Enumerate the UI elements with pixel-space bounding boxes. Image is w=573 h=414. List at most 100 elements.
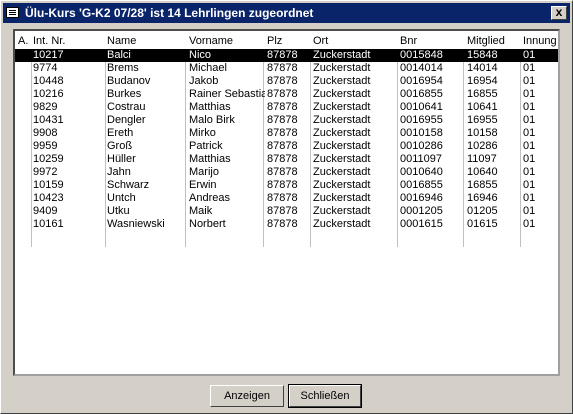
cell-int-nr: 9972 (33, 166, 58, 178)
cell-innung: 01 (523, 218, 536, 230)
cell-plz: 87878 (267, 205, 298, 217)
cell-ort: Zuckerstadt (313, 49, 371, 61)
cell-ort: Zuckerstadt (313, 127, 371, 139)
column-header-name: Name (107, 35, 137, 47)
close-window-button[interactable]: x (551, 6, 567, 20)
cell-bnr: 0010640 (400, 166, 443, 178)
table-row[interactable]: 9829 Costrau Matthias 87878 Zuckerstadt 00106… (15, 101, 558, 114)
table-row[interactable]: 10448 Budanov Jakob 87878 Zuckerstadt 0016954… (15, 75, 558, 88)
cell-bnr: 0016855 (400, 179, 443, 191)
table-row[interactable]: 10216 Burkes Rainer Sebastian 87878 Zuckerst… (15, 88, 558, 101)
cell-plz: 87878 (267, 49, 298, 61)
cell-int-nr: 10448 (33, 75, 64, 87)
cell-vorname: Nico (189, 49, 212, 61)
cell-int-nr: 10161 (33, 218, 64, 230)
window-title: Ülu-Kurs 'G-K2 07/28' ist 14 Lehrlingen … (25, 6, 314, 20)
table-row[interactable]: 9409 Utku Maik 87878 Zuckerstadt 0001205 01205… (15, 205, 558, 218)
cell-mitglied: 16855 (467, 88, 498, 100)
cell-ort: Zuckerstadt (313, 218, 371, 230)
cell-innung: 01 (523, 101, 536, 113)
cell-innung: 01 (523, 153, 536, 165)
cell-int-nr: 10217 (33, 49, 64, 61)
cell-ort: Zuckerstadt (313, 166, 371, 178)
cell-plz: 87878 (267, 101, 298, 113)
cell-mitglied: 16954 (467, 75, 498, 87)
cell-plz: 87878 (267, 166, 298, 178)
title-bar[interactable]: Ülu-Kurs 'G-K2 07/28' ist 14 Lehrlingen … (3, 3, 570, 23)
cell-vorname: Patrick (189, 140, 223, 152)
cell-innung: 01 (523, 205, 536, 217)
table-row[interactable]: 10431 Dengler Malo Birk 87878 Zuckerstadt 001… (15, 114, 558, 127)
cell-plz: 87878 (267, 127, 298, 139)
table-row[interactable]: 10423 Untch Andreas 87878 Zuckerstadt 0016946… (15, 192, 558, 205)
cell-int-nr: 10159 (33, 179, 64, 191)
cell-ort: Zuckerstadt (313, 153, 371, 165)
cell-mitglied: 10158 (467, 127, 498, 139)
cell-name: Ereth (107, 127, 134, 139)
cell-int-nr: 10423 (33, 192, 64, 204)
close-icon: x (555, 5, 563, 19)
list-rows: 10217 Balci Nico 87878 Zuckerstadt 0015848 158… (15, 49, 558, 231)
cell-mitglied: 11097 (467, 153, 497, 165)
cell-name: Costrau (107, 101, 146, 113)
apprentice-list[interactable]: A. Int. Nr. Name Vorname Plz Ort Bnr Mit… (13, 29, 560, 376)
cell-int-nr: 9959 (33, 140, 58, 152)
cell-innung: 01 (523, 62, 536, 74)
column-header-a: A. (18, 35, 29, 47)
cell-name: Schwarz (107, 179, 150, 191)
cell-bnr: 0010286 (400, 140, 443, 152)
cell-plz: 87878 (267, 114, 298, 126)
form-icon[interactable] (6, 7, 19, 18)
cell-innung: 01 (523, 179, 536, 191)
cell-vorname: Andreas (189, 192, 230, 204)
cell-vorname: Malo Birk (189, 114, 235, 126)
cell-bnr: 0011097 (400, 153, 443, 165)
cell-int-nr: 10259 (33, 153, 64, 165)
column-header-mitglied: Mitglied (467, 35, 505, 47)
cell-bnr: 0016946 (400, 192, 443, 204)
close-button[interactable]: Schließen (288, 384, 362, 408)
table-row[interactable]: 9774 Brems Michael 87878 Zuckerstadt 0014014 1… (15, 62, 558, 75)
cell-mitglied: 01205 (467, 205, 498, 217)
cell-bnr: 0016955 (400, 114, 443, 126)
cell-plz: 87878 (267, 140, 298, 152)
table-row[interactable]: 10217 Balci Nico 87878 Zuckerstadt 0015848 158… (15, 49, 558, 62)
cell-vorname: Matthias (189, 153, 231, 165)
cell-plz: 87878 (267, 179, 298, 191)
list-header: A. Int. Nr. Name Vorname Plz Ort Bnr Mit… (15, 31, 558, 49)
column-header-bnr: Bnr (400, 35, 418, 47)
table-row[interactable]: 9959 Groß Patrick 87878 Zuckerstadt 0010286 10… (15, 140, 558, 153)
cell-int-nr: 9774 (33, 62, 58, 74)
table-row[interactable]: 10159 Schwarz Erwin 87878 Zuckerstadt 0016855… (15, 179, 558, 192)
cell-int-nr: 9409 (33, 205, 58, 217)
cell-plz: 87878 (267, 62, 298, 74)
show-button[interactable]: Anzeigen (210, 385, 284, 407)
cell-vorname: Rainer Sebastian (189, 88, 265, 100)
cell-plz: 87878 (267, 88, 298, 100)
cell-bnr: 0001615 (400, 218, 443, 230)
cell-ort: Zuckerstadt (313, 205, 371, 217)
cell-plz: 87878 (267, 153, 298, 165)
cell-innung: 01 (523, 166, 536, 178)
cell-bnr: 0016954 (400, 75, 443, 87)
cell-int-nr: 10431 (33, 114, 64, 126)
cell-name: Budanov (107, 75, 151, 87)
table-row[interactable]: 9972 Jahn Marijo 87878 Zuckerstadt 0010640 106… (15, 166, 558, 179)
cell-vorname: Erwin (189, 179, 217, 191)
cell-ort: Zuckerstadt (313, 179, 371, 191)
cell-int-nr: 9829 (33, 101, 58, 113)
cell-bnr: 0010158 (400, 127, 443, 139)
cell-name: Balci (107, 49, 131, 61)
cell-ort: Zuckerstadt (313, 62, 371, 74)
table-row[interactable]: 10161 Wasniewski Norbert 87878 Zuckerstadt 00… (15, 218, 558, 231)
cell-innung: 01 (523, 49, 536, 61)
table-row[interactable]: 9908 Ereth Mirko 87878 Zuckerstadt 0010158 101… (15, 127, 558, 140)
table-row[interactable]: 10259 Hüller Matthias 87878 Zuckerstadt 00110… (15, 153, 558, 166)
cell-mitglied: 16855 (467, 179, 498, 191)
cell-bnr: 0014014 (400, 62, 443, 74)
cell-plz: 87878 (267, 218, 298, 230)
cell-ort: Zuckerstadt (313, 101, 371, 113)
cell-bnr: 0015848 (400, 49, 443, 61)
cell-innung: 01 (523, 75, 536, 87)
column-header-vorname: Vorname (189, 35, 234, 47)
